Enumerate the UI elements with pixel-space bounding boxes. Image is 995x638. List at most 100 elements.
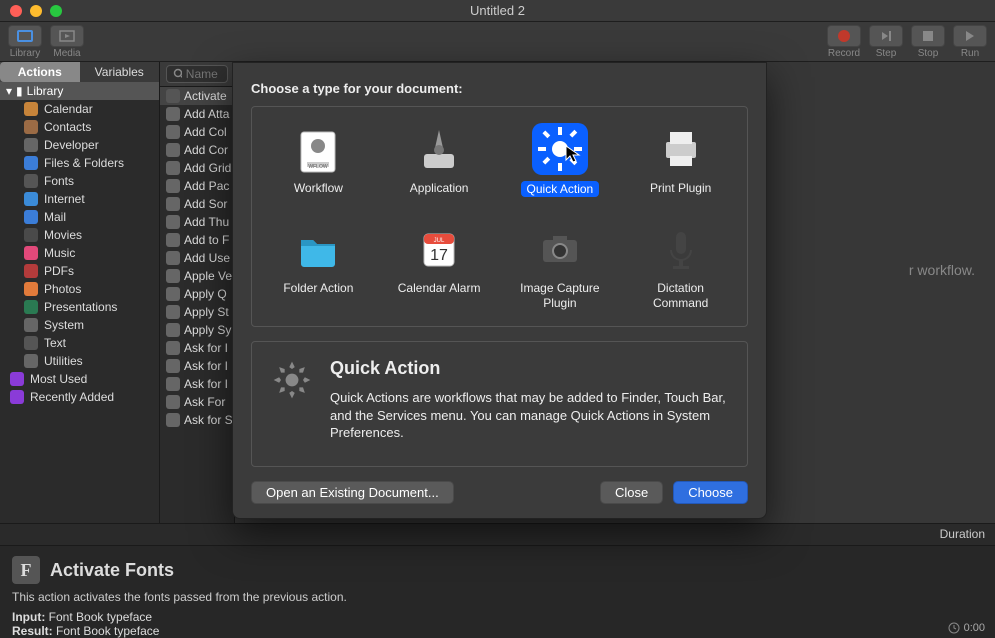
action-item[interactable]: Add Atta [160,105,234,123]
doc-type-application[interactable]: Application [379,119,500,201]
action-icon [166,143,180,157]
action-item-label: Ask for I [184,377,228,391]
toolbar-media-button[interactable]: Media [50,25,84,59]
action-item[interactable]: Ask for I [160,375,234,393]
action-icon [166,215,180,229]
action-icon [166,377,180,391]
action-item[interactable]: Add Grid [160,159,234,177]
toolbar-stop-button[interactable]: Stop [911,25,945,59]
actions-list-header[interactable]: Activate [160,87,234,105]
category-icon [24,300,38,314]
action-item-label: Add Thu [184,215,229,229]
titlebar: Untitled 2 [0,0,995,22]
action-item-label: Apply Q [184,287,227,301]
action-item[interactable]: Ask for I [160,339,234,357]
library-item-label: Fonts [44,174,74,188]
doc-type-folder-action[interactable]: Folder Action [258,219,379,314]
folder-action-icon [290,223,346,275]
sidebar-tabbar: Actions Variables [0,62,159,82]
library-item-music[interactable]: Music [0,244,159,262]
library-item-contacts[interactable]: Contacts [0,118,159,136]
svg-text:JUL: JUL [434,238,445,244]
library-item-most-used[interactable]: Most Used [0,370,159,388]
library-item-label: PDFs [44,264,74,278]
toolbar-library-button[interactable]: Library [8,25,42,59]
doc-type-image-capture-plugin[interactable]: Image Capture Plugin [500,219,621,314]
toolbar-media-label: Media [53,48,80,59]
info-title: Activate Fonts [50,560,174,581]
record-icon [827,25,861,47]
doc-type-print-plugin[interactable]: Print Plugin [620,119,741,201]
library-item-presentations[interactable]: Presentations [0,298,159,316]
library-item-utilities[interactable]: Utilities [0,352,159,370]
info-description: This action activates the fonts passed f… [12,590,983,604]
action-item[interactable]: Add Pac [160,177,234,195]
doc-type-dictation-command[interactable]: Dictation Command [620,219,741,314]
action-item[interactable]: Add to F [160,231,234,249]
open-existing-button[interactable]: Open an Existing Document... [251,481,454,504]
actions-column: Activate Add AttaAdd ColAdd CorAdd Grid A… [160,62,235,523]
library-item-recently-added[interactable]: Recently Added [0,388,159,406]
toolbar-record-button[interactable]: Record [827,25,861,59]
gear-icon [270,358,314,402]
action-item[interactable]: Apple Ve [160,267,234,285]
doc-type-workflow[interactable]: WFLOWWorkflow [258,119,379,201]
library-item-photos[interactable]: Photos [0,280,159,298]
library-item-label: Developer [44,138,99,152]
action-icon [166,413,180,427]
toolbar-stop-label: Stop [918,48,939,59]
library-item-files-folders[interactable]: Files & Folders [0,154,159,172]
action-icon [166,251,180,265]
library-header[interactable]: ▾ ▮ Library [0,82,159,100]
search-input[interactable] [186,67,221,81]
category-icon [24,318,38,332]
library-item-movies[interactable]: Movies [0,226,159,244]
document-type-sheet: Choose a type for your document: WFLOWWo… [232,62,767,519]
action-item[interactable]: Add Sor [160,195,234,213]
action-item[interactable]: Add Use [160,249,234,267]
close-button[interactable]: Close [600,481,663,504]
action-item[interactable]: Apply St [160,303,234,321]
action-item-label: Add Sor [184,197,227,211]
action-item[interactable]: Ask for S [160,411,234,429]
info-result-label: Result: [12,624,53,638]
action-item-label: Add Use [184,251,230,265]
toolbar-run-button[interactable]: Run [953,25,987,59]
type-description-box: Quick Action Quick Actions are workflows… [251,341,748,467]
log-header: Duration [0,523,995,545]
toolbar-step-button[interactable]: Step [869,25,903,59]
log-col-duration: Duration [498,524,995,545]
library-item-calendar[interactable]: Calendar [0,100,159,118]
library-item-mail[interactable]: Mail [0,208,159,226]
library-list: CalendarContacts Developer Files & Folders… [0,100,159,523]
action-item-label: Ask for S [184,413,233,427]
category-icon [24,192,38,206]
action-item[interactable]: Add Col [160,123,234,141]
doc-type-calendar-alarm[interactable]: JUL17Calendar Alarm [379,219,500,314]
library-item-text[interactable]: Text [0,334,159,352]
choose-button[interactable]: Choose [673,481,748,504]
action-item-label: Add Pac [184,179,229,193]
workflow-duration: 0:00 [948,622,985,634]
media-icon [50,25,84,47]
library-item-fonts[interactable]: Fonts [0,172,159,190]
action-item[interactable]: Apply Sy [160,321,234,339]
info-input-value: Font Book typeface [49,610,152,624]
action-item[interactable]: Ask for I [160,357,234,375]
action-item[interactable]: Add Cor [160,141,234,159]
workflow-duration-value: 0:00 [964,622,985,634]
library-item-developer[interactable]: Developer [0,136,159,154]
sheet-button-row: Open an Existing Document... Close Choos… [251,481,748,504]
tab-variables[interactable]: Variables [80,62,160,82]
tab-actions[interactable]: Actions [0,62,80,82]
doc-type-quick-action[interactable]: Quick Action [500,119,621,201]
action-item[interactable]: Apply Q [160,285,234,303]
info-input-label: Input: [12,610,45,624]
library-item-internet[interactable]: Internet [0,190,159,208]
canvas-placeholder-text: r workflow. [909,262,975,278]
library-item-pdfs[interactable]: PDFs [0,262,159,280]
library-item-system[interactable]: System [0,316,159,334]
action-item[interactable]: Add Thu [160,213,234,231]
action-icon [166,341,180,355]
action-item[interactable]: Ask For [160,393,234,411]
